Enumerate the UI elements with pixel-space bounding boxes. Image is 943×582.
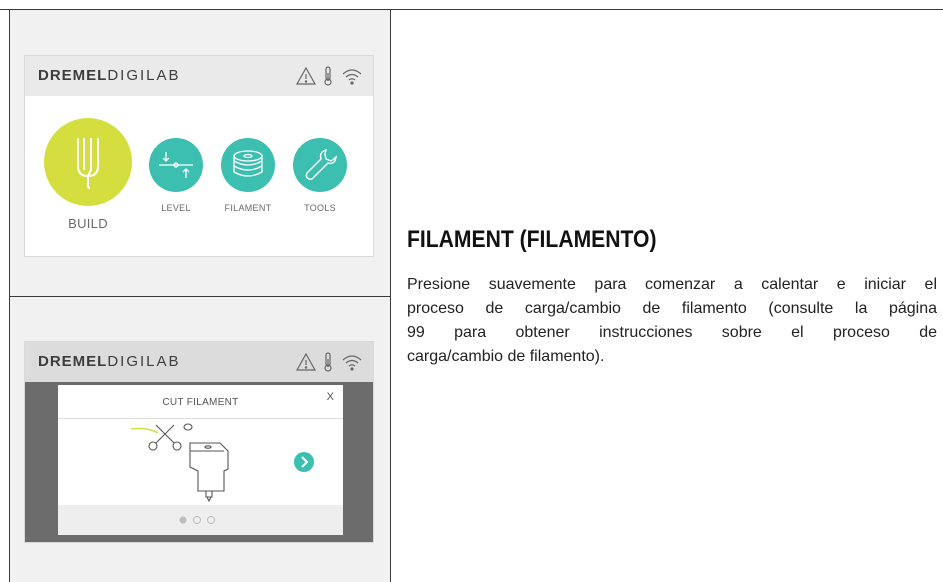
wrench-icon: [305, 148, 337, 180]
body-line: carga/cambio de filamento).: [407, 348, 605, 365]
next-button[interactable]: [294, 452, 314, 472]
status-icons: [295, 66, 362, 86]
level-label: LEVEL: [161, 203, 191, 213]
cut-filament-illustration: [130, 423, 229, 503]
extruder-icon: [77, 138, 99, 189]
body-line: proceso de carga/cambio de filamento (co…: [407, 300, 937, 317]
build-label: BUILD: [68, 216, 108, 231]
section-heading: FILAMENT (FILAMENTO): [407, 226, 657, 253]
section-body: Presione suavemente para comenzar a cale…: [407, 273, 937, 369]
status-icons: [295, 352, 362, 372]
page-dot-active: [179, 516, 187, 524]
warning-icon: [295, 352, 317, 371]
thermometer-icon: [324, 66, 332, 86]
body-line: Presione suavemente para comenzar a cale…: [407, 276, 937, 293]
level-button[interactable]: [149, 138, 203, 192]
thermometer-icon: [324, 352, 332, 372]
close-button[interactable]: X: [327, 391, 334, 403]
body-line: 99 para obtener instrucciones sobre el p…: [407, 324, 937, 341]
wifi-icon: [342, 355, 362, 371]
status-bar: DREMELDIGILAB: [25, 56, 373, 96]
warning-icon: [295, 66, 317, 85]
filament-button[interactable]: [221, 138, 275, 192]
column-divider: [390, 9, 391, 582]
tools-button[interactable]: [293, 138, 347, 192]
filament-spool-icon: [233, 150, 263, 177]
tools-label: TOOLS: [304, 203, 336, 213]
filament-label: FILAMENT: [224, 203, 272, 213]
page-dot: [207, 516, 215, 524]
home-screen: DREMELDIGILAB BUILD LEVEL FILAMENT TOOLS: [24, 55, 374, 257]
dialog-title: CUT FILAMENT: [162, 397, 239, 408]
page-indicator: [179, 516, 215, 524]
dialog-footer: [58, 505, 343, 535]
wifi-icon: [342, 69, 362, 85]
page-dot: [193, 516, 201, 524]
brand-logo: DREMELDIGILAB: [38, 353, 181, 370]
chevron-right-icon: [301, 456, 309, 468]
filament-screen: DREMELDIGILAB CUT FILAMENT X: [24, 341, 374, 543]
brand-logo: DREMELDIGILAB: [38, 67, 181, 84]
scissors-icon: [148, 424, 182, 451]
level-icon: [159, 152, 193, 178]
status-bar: DREMELDIGILAB: [25, 342, 373, 382]
dialog-divider: [58, 418, 343, 419]
cut-filament-dialog: CUT FILAMENT X: [58, 385, 343, 535]
build-button[interactable]: [44, 118, 132, 206]
